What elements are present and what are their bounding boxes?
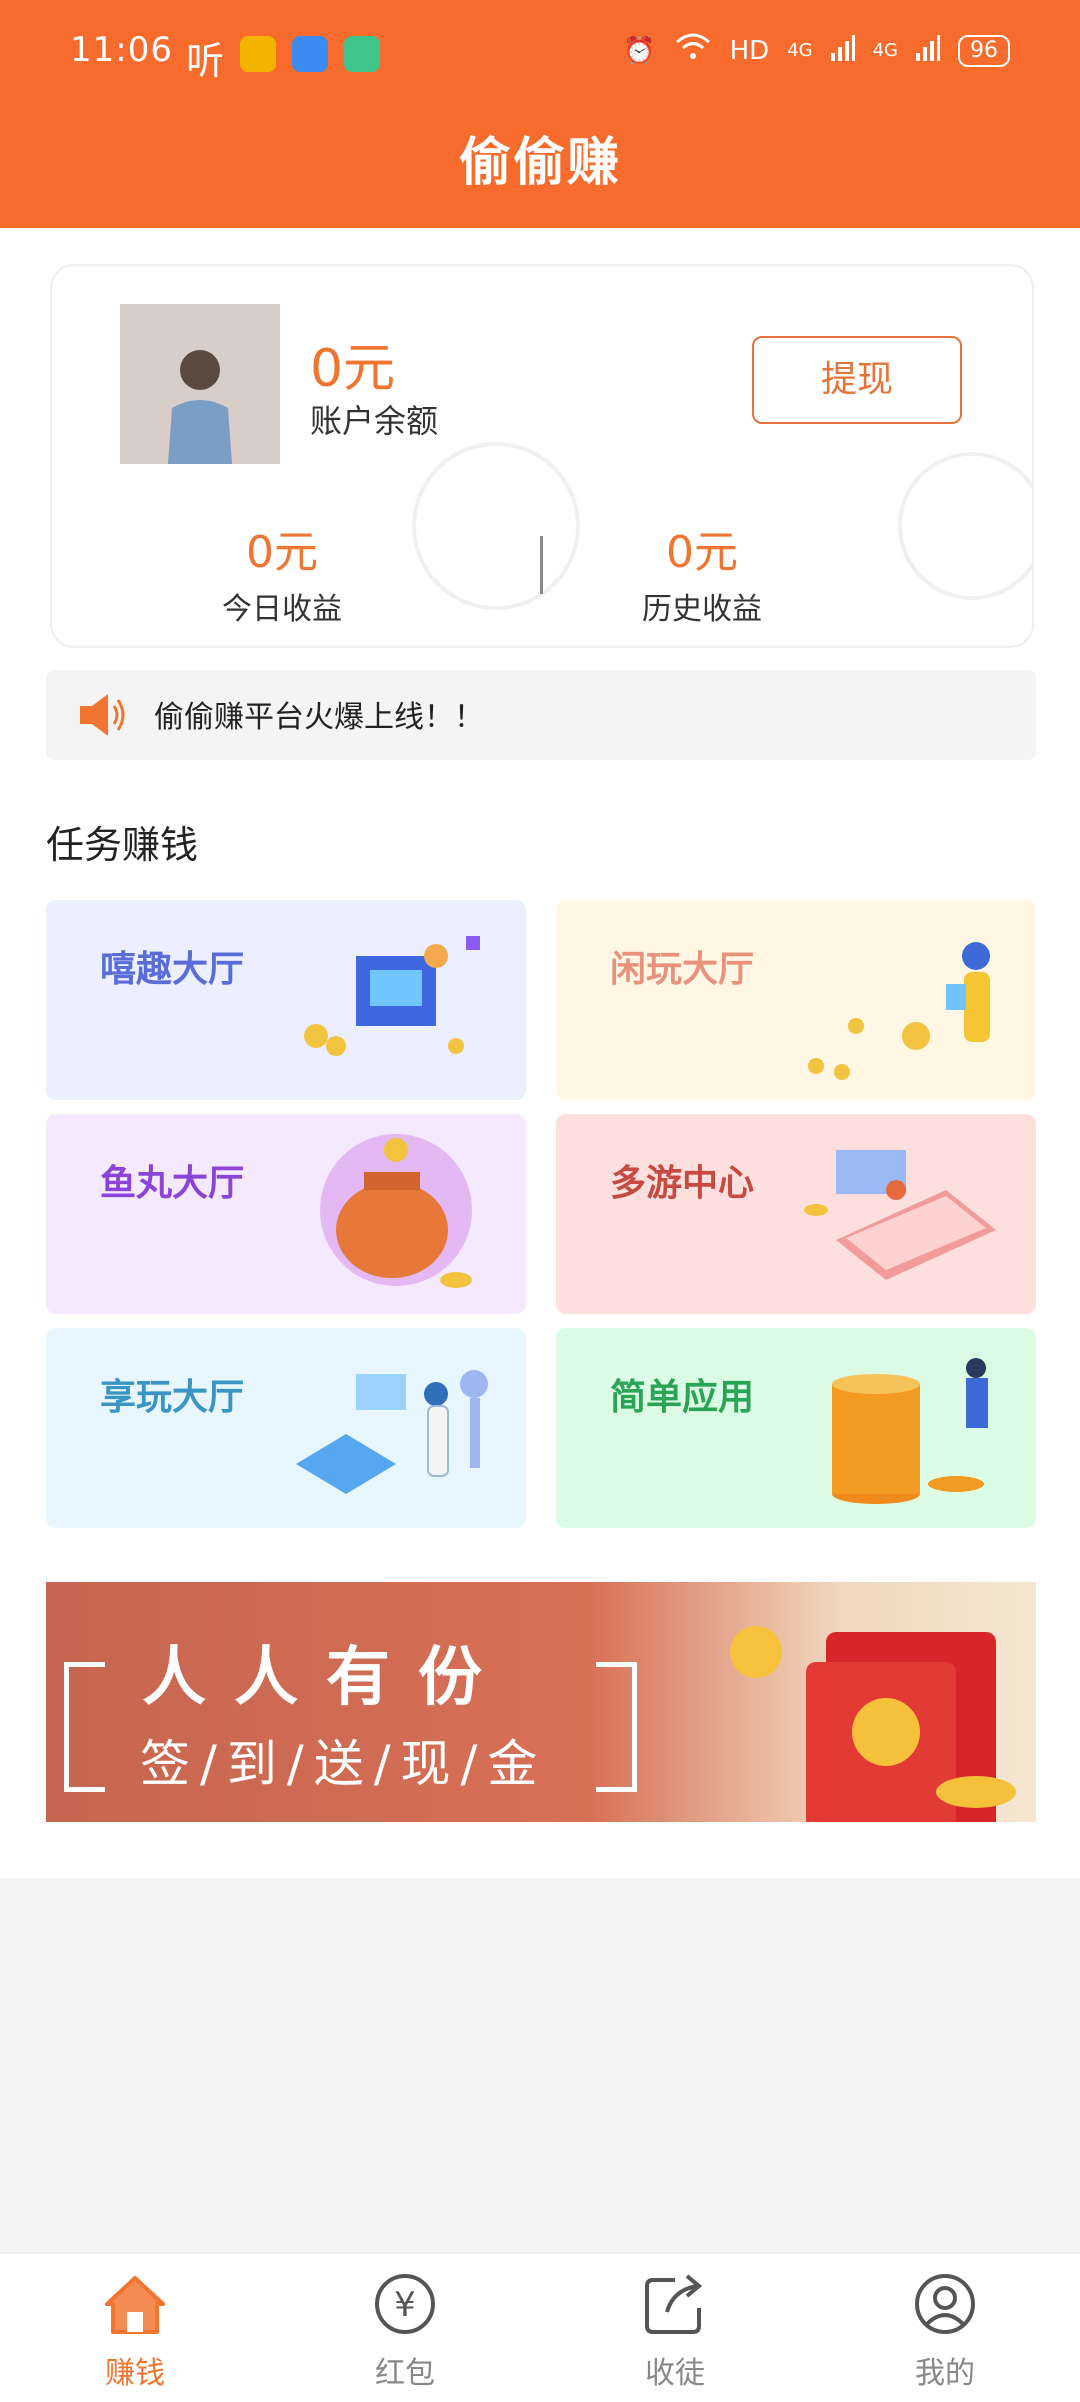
nav-item-recruit[interactable]: 收徒 <box>540 2254 810 2402</box>
signal-bars-icon-2 <box>916 33 940 68</box>
yuan-icon: ¥ <box>375 2274 435 2334</box>
withdraw-button[interactable]: 提现 <box>752 336 962 424</box>
alarm-icon: ⏰ <box>623 35 656 66</box>
task-label: 多游中心 <box>610 1163 755 1204</box>
announcement-bar[interactable]: 偷偷赚平台火爆上线！！ <box>46 670 1036 760</box>
phone-illustration-icon <box>804 1150 996 1280</box>
task-label: 嘻趣大厅 <box>100 949 245 990</box>
svg-text:¥: ¥ <box>394 2285 416 2325</box>
top-bar: 11:06 听 ⏰ HD 4G 4G 96 偷偷赚 <box>0 0 1080 228</box>
today-label: 今日收益 <box>222 592 342 627</box>
speaker-icon <box>80 694 125 736</box>
stats-divider <box>540 536 543 594</box>
red-envelope-icon <box>730 1626 1016 1822</box>
banner-bracket-right <box>596 1662 637 1792</box>
nav-item-mine[interactable]: 我的 <box>810 2254 1080 2402</box>
user-icon <box>915 2274 975 2334</box>
battery-indicator: 96 <box>958 34 1010 67</box>
announcement-text: 偷偷赚平台火爆上线！！ <box>154 700 484 735</box>
balance-label: 账户余额 <box>310 402 439 440</box>
history-amount: 0元 <box>666 527 738 578</box>
task-label: 鱼丸大厅 <box>100 1163 245 1204</box>
today-earnings: 0元 今日收益 <box>152 516 412 628</box>
banner-bracket-left <box>64 1662 105 1792</box>
coin-stack-illustration-icon <box>832 1358 988 1504</box>
task-tile-yuwan[interactable]: 鱼丸大厅 <box>46 1114 526 1314</box>
task-label: 享玩大厅 <box>100 1377 245 1418</box>
page-title: 偷偷赚 <box>458 133 621 193</box>
history-earnings: 0元 历史收益 <box>572 516 832 628</box>
nav-label: 红包 <box>375 2356 435 2391</box>
share-icon <box>645 2274 703 2334</box>
account-card: 0元 账户余额 提现 0元 今日收益 0元 历史收益 <box>50 264 1034 648</box>
main-content: 0元 账户余额 提现 0元 今日收益 0元 历史收益 偷偷赚平台火爆上线！！ 任… <box>0 228 1080 1878</box>
status-time: 11:06 <box>70 30 173 70</box>
computer-illustration-icon <box>304 936 480 1056</box>
task-tile-xiqu[interactable]: 嘻趣大厅 <box>46 900 526 1100</box>
key-illustration-icon <box>296 1370 488 1494</box>
weibo-app-icon <box>240 36 276 72</box>
ting-app-icon: 听 <box>186 39 225 83</box>
balance-amount: 0元 <box>310 339 396 399</box>
nav-label: 赚钱 <box>105 2356 165 2391</box>
task-tile-jiandan[interactable]: 简单应用 <box>556 1328 1036 1528</box>
signal-4g-label-1: 4G <box>787 40 813 61</box>
checkin-banner[interactable]: 人人有份 签/到/送/现/金 <box>46 1582 1036 1822</box>
money-bag-watermark-icon <box>412 442 580 610</box>
coins-person-illustration-icon <box>808 942 990 1080</box>
banner-subline: 签/到/送/现/金 <box>140 1735 548 1793</box>
task-label: 简单应用 <box>610 1377 755 1418</box>
nav-label: 我的 <box>915 2356 975 2391</box>
coin-watermark-icon <box>898 452 1032 600</box>
nav-item-earn[interactable]: 赚钱 <box>0 2254 270 2402</box>
bottom-nav: 赚钱 ¥ 红包 收徒 我的 <box>0 2252 1080 2402</box>
money-bag-illustration-icon <box>320 1134 472 1288</box>
network-type: HD <box>729 35 770 66</box>
signal-4g-label-2: 4G <box>872 40 898 61</box>
home-icon <box>105 2276 165 2334</box>
nav-label: 收徒 <box>645 2356 705 2391</box>
history-label: 历史收益 <box>642 592 762 627</box>
task-tile-xiangwan[interactable]: 享玩大厅 <box>46 1328 526 1528</box>
task-tile-xianwan[interactable]: 闲玩大厅 <box>556 900 1036 1100</box>
avatar[interactable] <box>120 304 280 464</box>
banner-headline: 人人有份 <box>142 1641 510 1715</box>
notes-app-icon <box>344 36 380 72</box>
nav-item-redpacket[interactable]: ¥ 红包 <box>270 2254 540 2402</box>
status-bar: 11:06 听 ⏰ HD 4G 4G 96 <box>0 22 1080 83</box>
section-title-tasks: 任务赚钱 <box>46 823 199 867</box>
today-amount: 0元 <box>246 527 318 578</box>
task-tile-duoyou[interactable]: 多游中心 <box>556 1114 1036 1314</box>
wifi-icon <box>674 32 712 69</box>
cleaner-app-icon <box>292 36 328 72</box>
task-label: 闲玩大厅 <box>610 949 755 990</box>
signal-bars-icon-1 <box>830 33 855 68</box>
